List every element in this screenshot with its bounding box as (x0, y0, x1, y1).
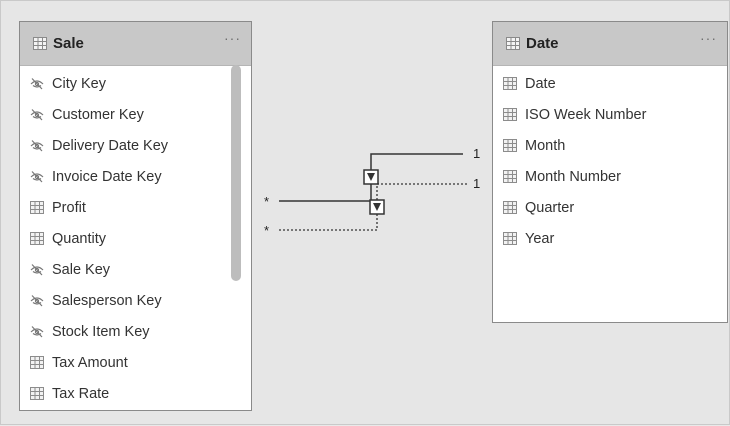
field-label: City Key (52, 75, 106, 92)
table-column-icon (503, 108, 517, 122)
hidden-eye-icon (30, 170, 44, 184)
date-more-options-button[interactable]: ··· (700, 30, 717, 46)
field-label: Year (525, 230, 555, 247)
field-label: Tax Amount (52, 354, 128, 371)
field-item[interactable]: Salesperson Key (20, 285, 251, 316)
field-item[interactable]: Stock Item Key (20, 316, 251, 347)
table-column-icon (503, 77, 517, 91)
sale-table-title: Sale (53, 35, 84, 52)
field-item[interactable]: Tax Amount (20, 347, 251, 378)
hidden-eye-icon (30, 325, 44, 339)
field-label: Customer Key (52, 106, 144, 123)
date-table-card[interactable]: Date ··· Date ISO Week Number Month Month N… (492, 21, 728, 323)
table-icon (33, 37, 47, 51)
field-item[interactable]: Delivery Date Key (20, 130, 251, 161)
field-item[interactable]: Tax Rate (20, 378, 251, 409)
table-column-icon (503, 139, 517, 153)
sale-scrollbar[interactable] (231, 65, 241, 281)
field-item[interactable]: Month (493, 130, 727, 161)
field-label: Date (525, 75, 556, 92)
field-item[interactable]: Quarter (493, 192, 727, 223)
inactive-one-cardinality: 1 (473, 176, 481, 191)
table-column-icon (503, 201, 517, 215)
sale-table-card[interactable]: Sale ··· City Key Customer Key Delivery Da… (19, 21, 252, 411)
field-label: Quantity (52, 230, 106, 247)
field-item[interactable]: Date (493, 68, 727, 99)
sale-table-header[interactable]: Sale ··· (20, 22, 251, 66)
field-item[interactable]: City Key (20, 68, 251, 99)
field-item[interactable]: Month Number (493, 161, 727, 192)
date-table-title: Date (526, 35, 559, 52)
field-item[interactable]: ISO Week Number (493, 99, 727, 130)
field-item[interactable]: Profit (20, 192, 251, 223)
date-field-list: Date ISO Week Number Month Month Number Quar… (493, 66, 727, 254)
hidden-eye-icon (30, 108, 44, 122)
sale-more-options-button[interactable]: ··· (224, 30, 241, 46)
table-column-icon (30, 232, 44, 246)
field-label: Salesperson Key (52, 292, 162, 309)
sale-field-list: City Key Customer Key Delivery Date Key Inv… (20, 66, 251, 409)
table-column-icon (503, 232, 517, 246)
field-label: Invoice Date Key (52, 168, 162, 185)
field-label: Delivery Date Key (52, 137, 169, 154)
hidden-eye-icon (30, 263, 44, 277)
inactive-many-cardinality: * (264, 223, 270, 238)
field-label: Quarter (525, 199, 575, 216)
hidden-eye-icon (30, 139, 44, 153)
table-column-icon (503, 170, 517, 184)
field-label: Sale Key (52, 261, 111, 278)
model-canvas[interactable]: * * 1 1 Sale ··· City Key Customer Key Del… (0, 0, 730, 425)
field-item[interactable]: Year (493, 223, 727, 254)
hidden-eye-icon (30, 294, 44, 308)
field-item[interactable]: Customer Key (20, 99, 251, 130)
table-column-icon (30, 356, 44, 370)
hidden-eye-icon (30, 77, 44, 91)
field-label: Month Number (525, 168, 621, 185)
field-item[interactable]: Sale Key (20, 254, 251, 285)
table-column-icon (30, 387, 44, 401)
inactive-relationship[interactable] (279, 183, 467, 231)
field-label: Stock Item Key (52, 323, 150, 340)
field-item[interactable]: Quantity (20, 223, 251, 254)
field-label: ISO Week Number (525, 106, 647, 123)
active-one-cardinality: 1 (473, 146, 481, 161)
table-icon (506, 37, 520, 51)
field-label: Profit (52, 199, 86, 216)
table-column-icon (30, 201, 44, 215)
field-label: Tax Rate (52, 385, 110, 402)
field-item[interactable]: Invoice Date Key (20, 161, 251, 192)
active-relationship[interactable] (279, 153, 463, 202)
active-many-cardinality: * (264, 194, 270, 209)
date-table-header[interactable]: Date ··· (493, 22, 727, 66)
field-label: Month (525, 137, 566, 154)
